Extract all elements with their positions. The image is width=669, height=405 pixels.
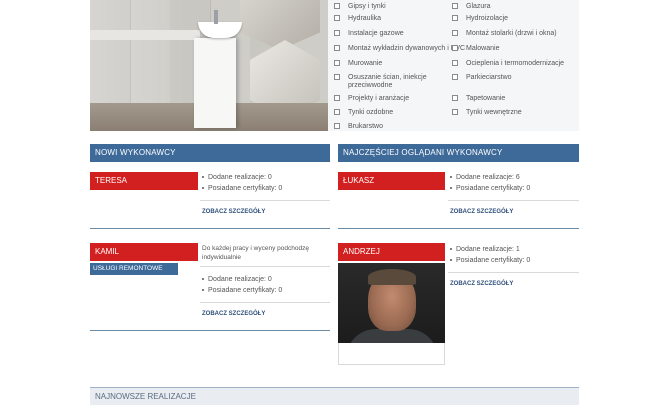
section-header-new-contractors: NOWI WYKONAWCY xyxy=(90,144,330,162)
bullet-icon xyxy=(202,278,204,281)
checkbox[interactable] xyxy=(334,74,340,80)
checkbox[interactable] xyxy=(452,60,458,66)
divider xyxy=(338,228,579,229)
checkbox[interactable] xyxy=(452,95,458,101)
bullet-icon xyxy=(450,259,452,262)
certificates-count: Posiadane certyfikaty: 0 xyxy=(450,257,530,265)
contractor-photo-andrzej[interactable] xyxy=(338,263,445,343)
contractor-name-lukasz[interactable]: ŁUKASZ xyxy=(338,172,445,190)
bullet-icon xyxy=(202,289,204,292)
checkbox[interactable] xyxy=(452,74,458,80)
photo-frame xyxy=(338,343,445,365)
checkbox[interactable] xyxy=(334,30,340,36)
details-link-kamil[interactable]: ZOBACZ SZCZEGÓŁY xyxy=(202,311,265,317)
realizations-count: Dodane realizacje: 6 xyxy=(450,174,520,182)
checkbox[interactable] xyxy=(334,3,340,9)
contractor-description: Do każdej pracy i wyceny podchodzę indyw… xyxy=(202,245,309,261)
service-tag: USŁUGI REMONTOWE xyxy=(90,263,178,275)
details-link-lukasz[interactable]: ZOBACZ SZCZEGÓŁY xyxy=(450,209,513,215)
hero-bathroom-image xyxy=(90,0,328,131)
bullet-icon xyxy=(450,248,452,251)
bullet-icon xyxy=(202,176,204,179)
checkbox[interactable] xyxy=(452,30,458,36)
checkbox[interactable] xyxy=(334,123,340,129)
checkbox[interactable] xyxy=(452,3,458,9)
divider xyxy=(90,228,330,229)
divider xyxy=(200,302,330,303)
realizations-count: Dodane realizacje: 0 xyxy=(202,174,272,182)
realizations-count: Dodane realizacje: 1 xyxy=(450,246,520,254)
divider xyxy=(448,272,579,273)
bullet-icon xyxy=(450,187,452,190)
realizations-count: Dodane realizacje: 0 xyxy=(202,276,272,284)
details-link-teresa[interactable]: ZOBACZ SZCZEGÓŁY xyxy=(202,209,265,215)
contractor-name-teresa[interactable]: TERESA xyxy=(90,172,198,190)
certificates-count: Posiadane certyfikaty: 0 xyxy=(450,185,530,193)
checkbox[interactable] xyxy=(452,15,458,21)
checkbox[interactable] xyxy=(334,45,340,51)
checkbox[interactable] xyxy=(334,109,340,115)
checkbox[interactable] xyxy=(334,15,340,21)
checkbox[interactable] xyxy=(452,45,458,51)
details-link-andrzej[interactable]: ZOBACZ SZCZEGÓŁY xyxy=(450,281,513,287)
divider xyxy=(200,266,330,267)
certificates-count: Posiadane certyfikaty: 0 xyxy=(202,185,282,193)
divider xyxy=(90,330,330,331)
certificates-count: Posiadane certyfikaty: 0 xyxy=(202,287,282,295)
checkbox[interactable] xyxy=(334,95,340,101)
contractor-name-andrzej[interactable]: ANDRZEJ xyxy=(338,243,445,261)
bullet-icon xyxy=(202,187,204,190)
divider xyxy=(448,200,579,201)
checkbox[interactable] xyxy=(452,109,458,115)
section-header-popular-contractors: NAJCZĘŚCIEJ OGLĄDANI WYKONAWCY xyxy=(338,144,579,162)
bullet-icon xyxy=(450,176,452,179)
contractor-name-kamil[interactable]: KAMIL xyxy=(90,243,198,261)
divider xyxy=(200,200,330,201)
checkbox[interactable] xyxy=(334,60,340,66)
category-filter-panel: Gipsy i tynki Glazura Hydraulika Hydroiz… xyxy=(328,0,579,131)
section-header-latest-realizations: NAJNOWSZE REALIZACJE xyxy=(90,387,579,405)
